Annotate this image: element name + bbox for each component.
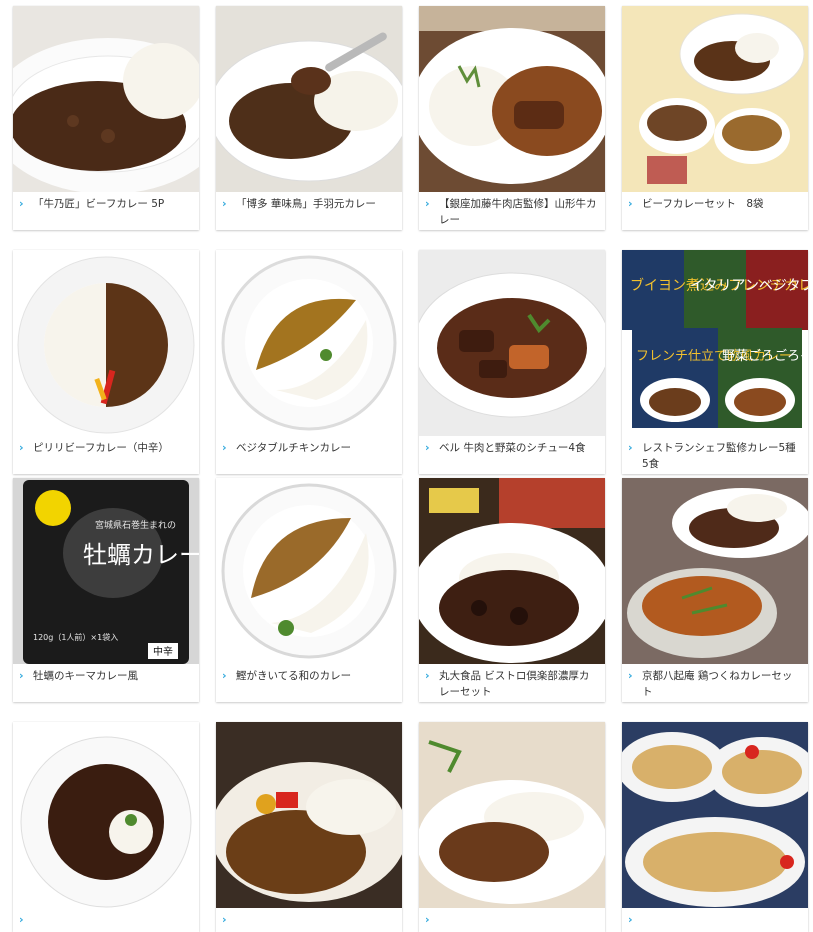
chevron-right-icon: ›: [628, 913, 633, 926]
product-card[interactable]: 宮城県石巻生まれの 牡蠣カレー 120g（1人前）×1袋入 中辛 › 牡蠣のキー…: [13, 478, 199, 702]
chevron-right-icon: ›: [222, 197, 227, 210]
hayashi-curry-photo: [13, 722, 199, 908]
product-image[interactable]: [419, 722, 605, 908]
product-name[interactable]: ベル 牛肉と野菜のシチュー4食: [439, 442, 586, 454]
product-card[interactable]: › ピリリビーフカレー（中辛）: [13, 250, 199, 474]
product-name[interactable]: ビーフカレーセット 8袋: [642, 198, 764, 210]
package-subtitle: 宮城県石巻生まれの: [95, 519, 176, 531]
spicy-beef-curry-photo: [13, 250, 199, 436]
chicken-curry-photo: [216, 6, 402, 192]
product-card[interactable]: › ベル 牛肉と野菜のシチュー4食: [419, 250, 605, 474]
gyoza-photo: [622, 722, 808, 908]
package-weight: 120g（1人前）×1袋入: [33, 632, 118, 642]
product-caption[interactable]: ›: [13, 908, 199, 932]
chevron-right-icon: ›: [19, 197, 24, 210]
bistro-club-curry-photo: [419, 478, 605, 664]
restaurant-chef-curry-boxes-photo: ブイヨン煮込みフレンチカレー イタリアンベジタブルカレー フレンチ仕立て欧風カレ…: [622, 250, 808, 436]
product-image[interactable]: [419, 478, 605, 664]
product-image[interactable]: [216, 478, 402, 664]
product-card[interactable]: › 【銀座加藤牛肉店監修】山形牛カレー: [419, 6, 605, 230]
product-image[interactable]: [419, 6, 605, 192]
product-caption[interactable]: › ベル 牛肉と野菜のシチュー4食: [419, 436, 605, 474]
product-caption[interactable]: › ビーフカレーセット 8袋: [622, 192, 808, 230]
product-caption[interactable]: › 京都八起庵 鶏つくねカレーセット: [622, 664, 808, 702]
product-image[interactable]: [622, 478, 808, 664]
product-name[interactable]: 「牛乃匠」ビーフカレー 5P: [33, 198, 164, 210]
product-card[interactable]: ›: [622, 722, 808, 932]
product-card[interactable]: › 京都八起庵 鶏つくねカレーセット: [622, 478, 808, 702]
product-name[interactable]: 牡蠣のキーマカレー風: [33, 670, 138, 682]
product-name[interactable]: 【銀座加藤牛肉店監修】山形牛カレー: [439, 198, 597, 226]
product-caption[interactable]: › 鰹がきいてる和のカレー: [216, 664, 402, 702]
product-image[interactable]: [13, 6, 199, 192]
product-card[interactable]: ›: [13, 722, 199, 932]
product-image[interactable]: [13, 722, 199, 908]
chevron-right-icon: ›: [222, 441, 227, 454]
beef-curry-plate-photo: [419, 722, 605, 908]
product-image[interactable]: [216, 250, 402, 436]
chevron-right-icon: ›: [628, 669, 633, 682]
chevron-right-icon: ›: [19, 441, 24, 454]
product-image[interactable]: [622, 6, 808, 192]
beef-curry-photo: [13, 6, 199, 192]
product-card[interactable]: › 「博多 華味鳥」手羽元カレー: [216, 6, 402, 230]
product-card[interactable]: › 「牛乃匠」ビーフカレー 5P: [13, 6, 199, 230]
chevron-right-icon: ›: [425, 669, 430, 682]
chevron-right-icon: ›: [222, 913, 227, 926]
product-caption[interactable]: › ベジタブルチキンカレー: [216, 436, 402, 474]
box-label: 野菜ごろごろイタリアンカレー: [722, 348, 808, 364]
chevron-right-icon: ›: [425, 913, 430, 926]
product-grid: › 「牛乃匠」ビーフカレー 5P › 「博多 華味鳥」手羽元カレー › 【銀座加…: [0, 0, 813, 932]
product-image[interactable]: [216, 722, 402, 908]
product-image[interactable]: [622, 722, 808, 908]
product-image[interactable]: [216, 6, 402, 192]
vegetable-chicken-curry-photo: [216, 250, 402, 436]
product-name[interactable]: ピリリビーフカレー（中辛）: [33, 442, 169, 454]
chevron-right-icon: ›: [19, 669, 24, 682]
beef-curry-set-photo: [622, 6, 808, 192]
product-caption[interactable]: › 「牛乃匠」ビーフカレー 5P: [13, 192, 199, 230]
product-image[interactable]: [13, 250, 199, 436]
package-spice: 中辛: [153, 645, 173, 658]
product-card[interactable]: › 丸大食品 ビストロ倶楽部濃厚カレーセット: [419, 478, 605, 702]
product-name[interactable]: ベジタブルチキンカレー: [236, 442, 351, 454]
product-name[interactable]: 鰹がきいてる和のカレー: [236, 670, 351, 682]
product-card[interactable]: › ビーフカレーセット 8袋: [622, 6, 808, 230]
chevron-right-icon: ›: [222, 669, 227, 682]
product-caption[interactable]: ›: [419, 908, 605, 932]
oyster-curry-package-photo: 宮城県石巻生まれの 牡蠣カレー 120g（1人前）×1袋入 中辛: [13, 478, 199, 664]
product-caption[interactable]: › 丸大食品 ビストロ倶楽部濃厚カレーセット: [419, 664, 605, 702]
product-caption[interactable]: › 【銀座加藤牛肉店監修】山形牛カレー: [419, 192, 605, 230]
yamagata-beef-curry-photo: [419, 6, 605, 192]
product-name[interactable]: 「博多 華味鳥」手羽元カレー: [236, 198, 376, 210]
product-caption[interactable]: › レストランシェフ監修カレー5種5食: [622, 436, 808, 474]
product-card[interactable]: ›: [419, 722, 605, 932]
chevron-right-icon: ›: [425, 441, 430, 454]
product-image[interactable]: [419, 250, 605, 436]
chevron-right-icon: ›: [19, 913, 24, 926]
chevron-right-icon: ›: [628, 197, 633, 210]
product-caption[interactable]: ›: [622, 908, 808, 932]
product-caption[interactable]: › 牡蠣のキーマカレー風: [13, 664, 199, 702]
product-card[interactable]: › ベジタブルチキンカレー: [216, 250, 402, 474]
beef-stew-photo: [419, 250, 605, 436]
product-caption[interactable]: ›: [216, 908, 402, 932]
keema-curry-photo: [216, 722, 402, 908]
package-title: 牡蠣カレー: [83, 541, 199, 569]
chevron-right-icon: ›: [628, 441, 633, 454]
product-image[interactable]: ブイヨン煮込みフレンチカレー イタリアンベジタブルカレー フレンチ仕立て欧風カレ…: [622, 250, 808, 436]
japanese-bonito-curry-photo: [216, 478, 402, 664]
product-caption[interactable]: › ピリリビーフカレー（中辛）: [13, 436, 199, 474]
product-name[interactable]: 京都八起庵 鶏つくねカレーセット: [642, 670, 792, 698]
product-name[interactable]: 丸大食品 ビストロ倶楽部濃厚カレーセット: [439, 670, 589, 698]
box-label: イタリアンベジタブルカレー: [690, 277, 808, 294]
product-card[interactable]: › 鰹がきいてる和のカレー: [216, 478, 402, 702]
product-caption[interactable]: › 「博多 華味鳥」手羽元カレー: [216, 192, 402, 230]
product-card[interactable]: ブイヨン煮込みフレンチカレー イタリアンベジタブルカレー フレンチ仕立て欧風カレ…: [622, 250, 808, 474]
product-card[interactable]: ›: [216, 722, 402, 932]
product-image[interactable]: 宮城県石巻生まれの 牡蠣カレー 120g（1人前）×1袋入 中辛: [13, 478, 199, 664]
chevron-right-icon: ›: [425, 197, 430, 210]
chicken-meatball-curry-set-photo: [622, 478, 808, 664]
product-name[interactable]: レストランシェフ監修カレー5種5食: [642, 442, 796, 470]
